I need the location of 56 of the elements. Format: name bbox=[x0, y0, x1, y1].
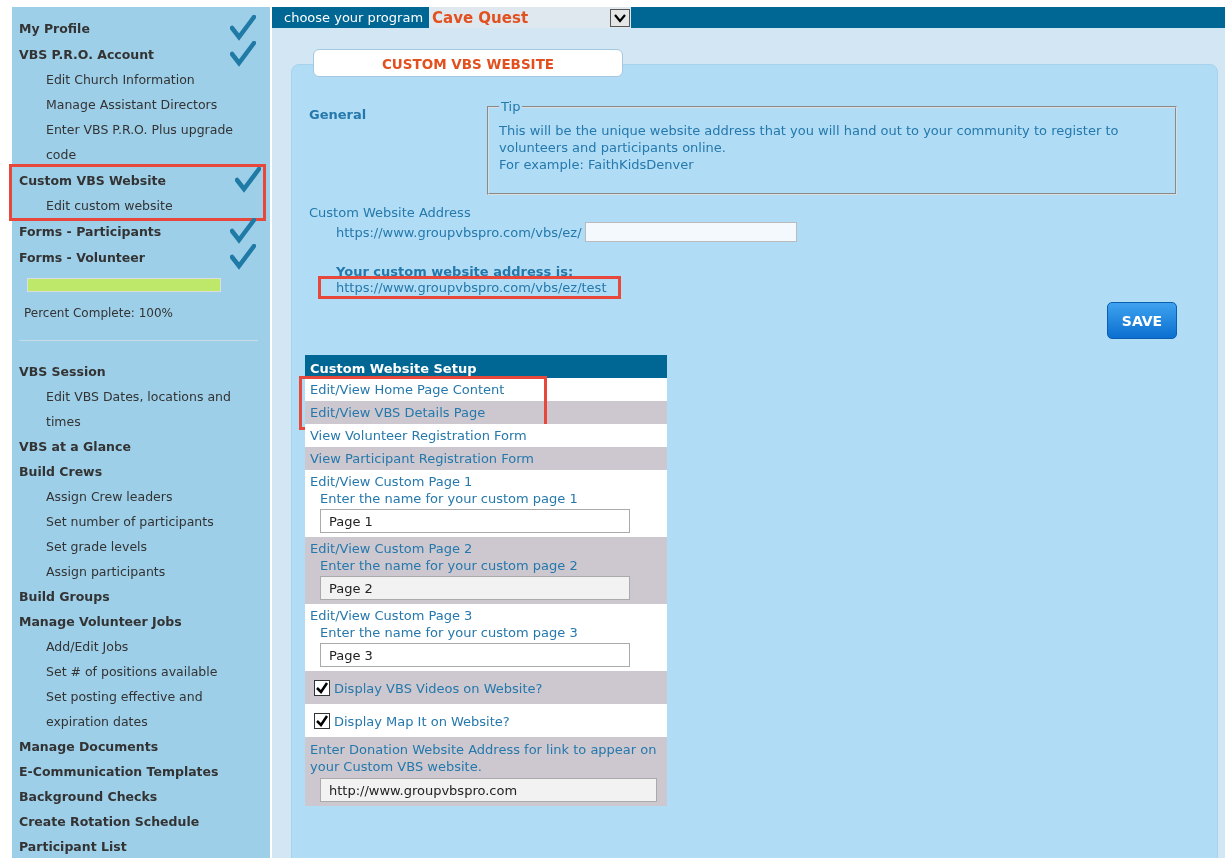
tip-text: This will be the unique website address that you will hand out to your community to register to volunteers and participants online. bbox=[499, 122, 1120, 156]
tip-text: For example: FaithKidsDenver bbox=[499, 156, 695, 173]
checkbox-label: Display Map It on Website? bbox=[334, 713, 510, 729]
field-label: Enter the name for your custom page 2 bbox=[319, 558, 579, 573]
field-label: Enter Donation Website Address for link to appear on your Custom VBS website. bbox=[310, 741, 658, 775]
sidebar-subitem[interactable]: Assign participants bbox=[19, 559, 246, 584]
address-prefix: https://www.groupvbspro.com/vbs/ez/ bbox=[336, 224, 582, 240]
sidebar-item[interactable]: Create Rotation Schedule bbox=[19, 809, 258, 834]
setup-header: Custom Website Setup bbox=[305, 355, 667, 378]
sidebar-item[interactable]: Forms - Participants bbox=[19, 218, 162, 244]
sidebar-item[interactable]: Manage Documents bbox=[19, 734, 258, 759]
checkbox[interactable] bbox=[314, 680, 330, 696]
sidebar-item[interactable]: E-Communication Templates bbox=[19, 759, 258, 784]
setup-link[interactable]: Edit/View Home Page Content bbox=[310, 382, 662, 397]
tip-legend: Tip bbox=[499, 99, 523, 114]
sidebar-item[interactable]: Manage Volunteer Jobs bbox=[19, 609, 258, 634]
sidebar-item[interactable]: Build Crews bbox=[19, 459, 258, 484]
field-label: Enter the name for your custom page 1 bbox=[319, 491, 579, 506]
sidebar-subitem[interactable]: Set grade levels bbox=[19, 534, 246, 559]
sidebar-item[interactable]: VBS at a Glance bbox=[19, 434, 258, 459]
sidebar-item[interactable]: My Profile bbox=[19, 15, 90, 41]
page-name-field[interactable]: Page 1 bbox=[320, 509, 630, 533]
sidebar-subitem[interactable]: Enter VBS P.R.O. Plus upgrade code bbox=[19, 117, 246, 167]
caret-icon bbox=[610, 8, 631, 27]
field-label: Enter the name for your custom page 3 bbox=[319, 625, 579, 640]
sidebar-item[interactable]: Forms - Volunteer bbox=[19, 244, 145, 270]
program-label: choose your program bbox=[284, 10, 424, 25]
page-name-field[interactable]: Page 3 bbox=[320, 643, 630, 667]
address-label: Custom Website Address bbox=[309, 205, 472, 220]
checkbox[interactable] bbox=[314, 713, 330, 729]
sidebar-item[interactable]: Custom VBS Website bbox=[19, 167, 166, 193]
donation-field[interactable]: http://www.groupvbspro.com bbox=[320, 778, 657, 802]
sidebar-subitem[interactable]: Assign Crew leaders bbox=[19, 484, 246, 509]
setup-link[interactable]: Edit/View Custom Page 3 bbox=[310, 608, 662, 623]
sidebar-item[interactable]: Background Checks bbox=[19, 784, 258, 809]
sidebar-subitem[interactable]: Manage Assistant Directors bbox=[19, 92, 246, 117]
sidebar-subitem[interactable]: Edit custom website bbox=[19, 193, 246, 218]
address-field[interactable] bbox=[584, 222, 797, 242]
page-name-field[interactable]: Page 2 bbox=[320, 576, 630, 600]
sidebar-item[interactable]: VBS P.R.O. Account bbox=[19, 41, 155, 67]
sidebar-item[interactable]: Participant List bbox=[19, 834, 258, 858]
sidebar-subitem[interactable]: Set # of positions available bbox=[19, 659, 246, 684]
save-button[interactable]: SAVE bbox=[1107, 302, 1177, 339]
checkbox-label: Display VBS Videos on Website? bbox=[334, 680, 543, 696]
sidebar-subitem[interactable]: Add/Edit Jobs bbox=[19, 634, 246, 659]
result-label: Your custom website address is: bbox=[336, 264, 575, 279]
percent-complete: Percent Complete: 100% bbox=[24, 306, 174, 320]
sidebar-item[interactable]: Build Groups bbox=[19, 584, 258, 609]
sidebar-subitem[interactable]: Edit VBS Dates, locations and times bbox=[19, 384, 246, 434]
sidebar-item[interactable]: VBS Session bbox=[19, 359, 258, 384]
setup-link[interactable]: Edit/View Custom Page 1 bbox=[310, 474, 662, 489]
sidebar-subitem[interactable]: Edit Church Information bbox=[19, 67, 246, 92]
setup-link[interactable]: View Volunteer Registration Form bbox=[310, 428, 662, 443]
sidebar-subitem[interactable]: Set posting effective and expiration dates bbox=[19, 684, 246, 734]
sidebar-subitem[interactable]: Set number of participants bbox=[19, 509, 246, 534]
section-label: General bbox=[309, 107, 368, 124]
